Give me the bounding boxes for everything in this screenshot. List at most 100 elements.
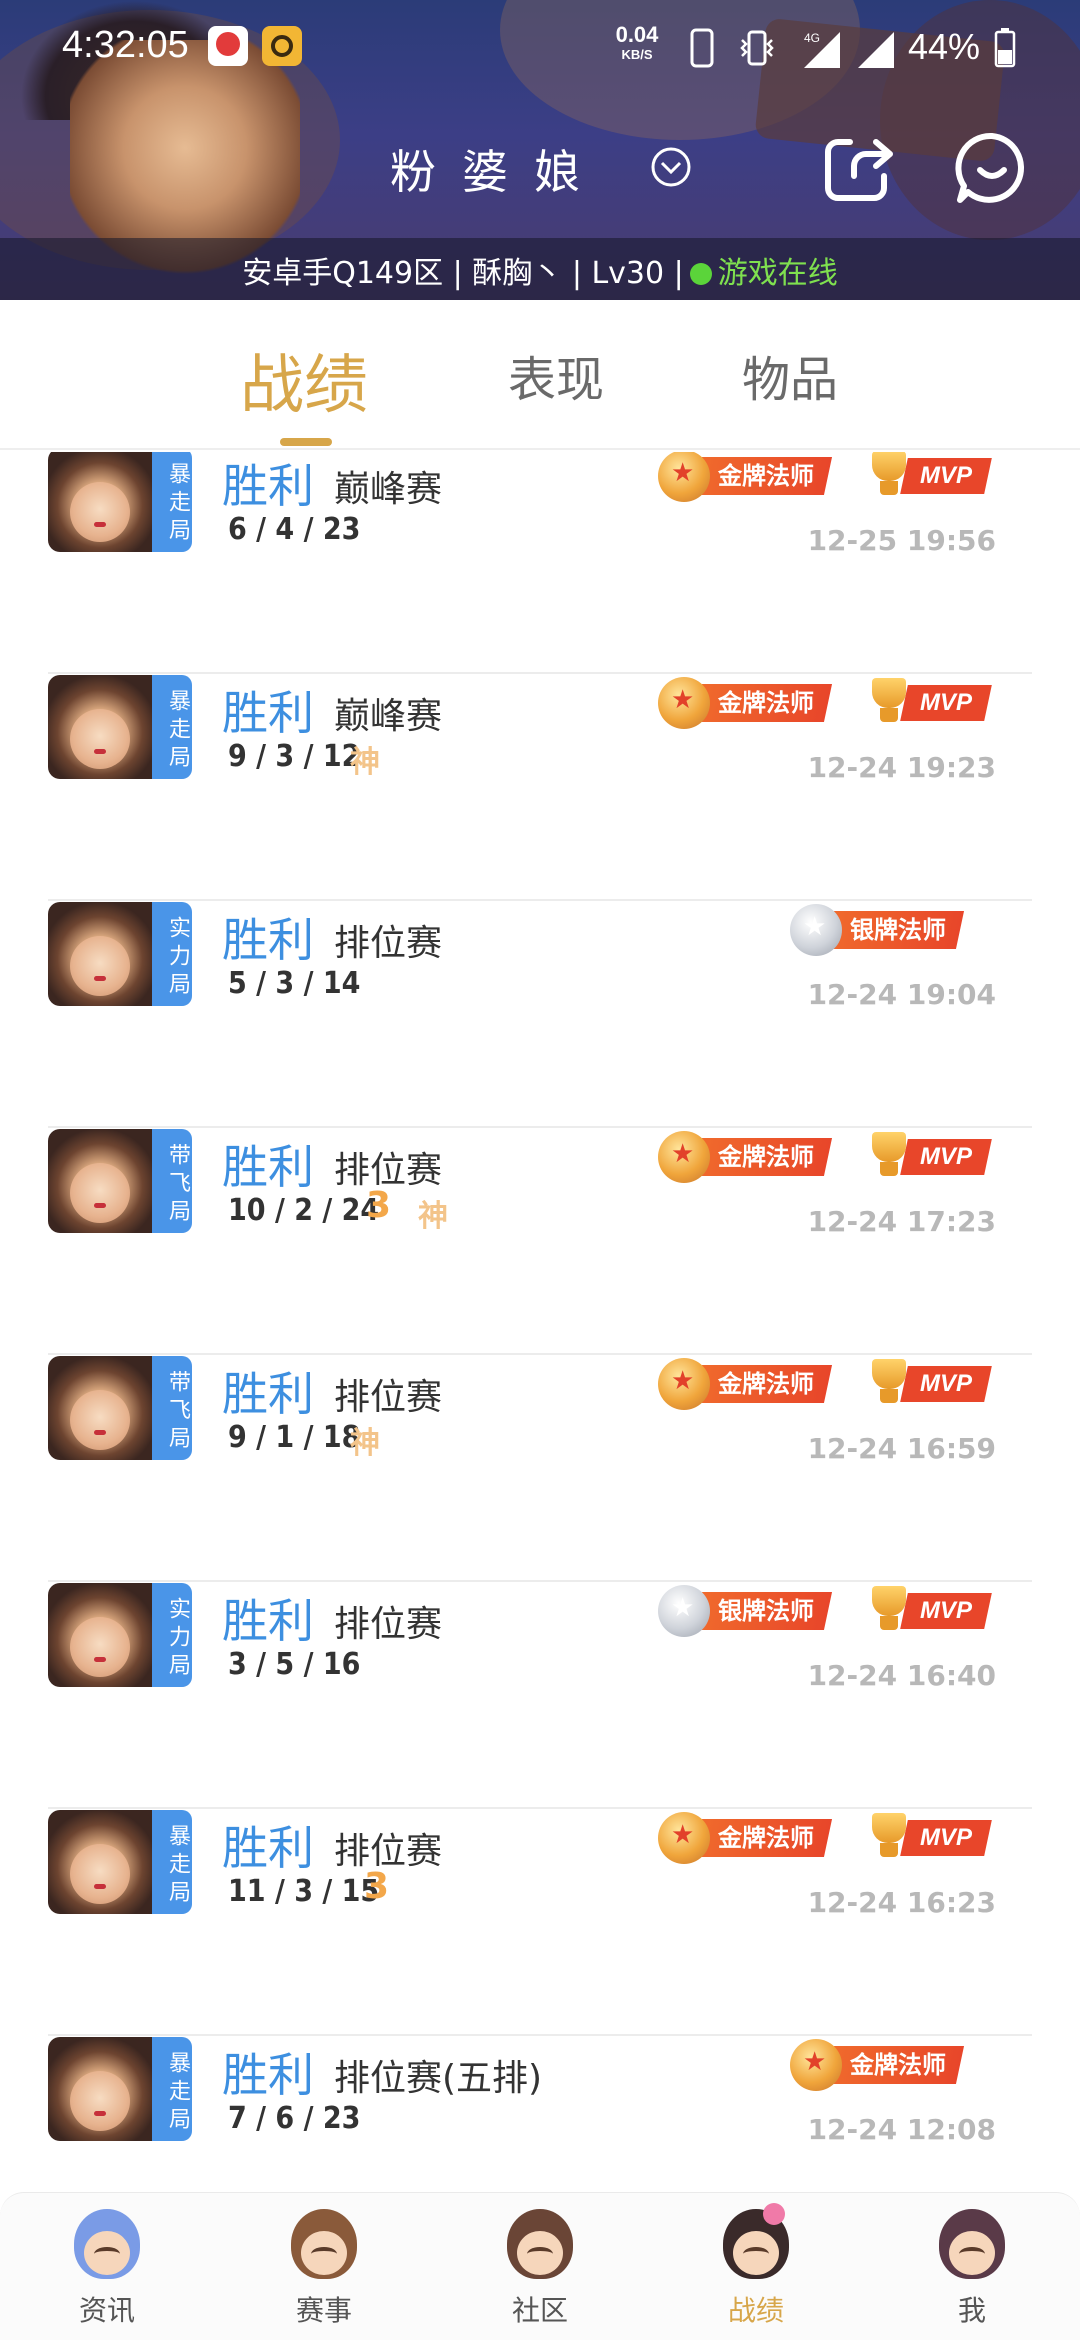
player-name[interactable]: 粉婆娘 bbox=[390, 136, 606, 202]
match-type-tag: 带飞局 bbox=[152, 1129, 192, 1233]
chevron-down-icon[interactable] bbox=[650, 146, 692, 188]
trophy-icon bbox=[866, 1586, 912, 1636]
row-divider bbox=[48, 672, 1032, 674]
medal-label: 金牌法师 bbox=[718, 1824, 814, 1852]
nav-news-label: 资讯 bbox=[78, 2294, 135, 2327]
player-info: 安卓手Q149区 | 酥胸丶 | Lv30 | 游戏在线 bbox=[0, 248, 1080, 292]
trophy-icon bbox=[866, 678, 912, 728]
mvp-badge: MVP bbox=[866, 1813, 992, 1860]
hero-avatar bbox=[48, 1810, 152, 1914]
mvp-badge: MVP bbox=[866, 1586, 992, 1636]
medal-label: 金牌法师 bbox=[718, 1370, 814, 1398]
match-time: 12-25 19:56 bbox=[807, 524, 996, 557]
me-avatar-icon bbox=[939, 2209, 1005, 2279]
tab-bar: 战绩 表现 物品 bbox=[0, 300, 1080, 450]
nav-me[interactable]: 我 bbox=[912, 2209, 1032, 2337]
triple-kill-badge: 3 bbox=[364, 1866, 390, 1907]
tab-record[interactable]: 战绩 bbox=[240, 334, 368, 426]
match-result: 胜利 bbox=[222, 1140, 314, 1194]
row-divider bbox=[48, 899, 1032, 901]
nav-events[interactable]: 赛事 bbox=[264, 2209, 384, 2337]
gold-medal-badge: 金牌法师 bbox=[658, 452, 833, 502]
community-avatar-icon bbox=[507, 2209, 573, 2279]
row-divider bbox=[48, 1580, 1032, 1582]
mvp-badge: MVP bbox=[866, 1132, 992, 1182]
match-time: 12-24 19:23 bbox=[807, 751, 996, 784]
kda-stats: 7 / 6 / 23 bbox=[228, 2101, 361, 2136]
signal-4g-icon: 4G bbox=[804, 31, 840, 68]
match-row[interactable]: 暴走局胜利排位赛11 / 3 / 153金牌法师MVP12-24 16:23 bbox=[0, 1810, 1080, 2036]
status-bar: 4:32:05 0.04 KB/S 4G 44% bbox=[0, 0, 1080, 100]
battery-percentage: 44% bbox=[908, 26, 981, 67]
active-tab-indicator bbox=[280, 438, 332, 446]
status-time: 4:32:05 bbox=[62, 24, 189, 66]
match-row[interactable]: 暴走局胜利排位赛(五排)7 / 6 / 23 金牌法师 12-24 12:08 bbox=[0, 2037, 1080, 2192]
match-type-tag: 暴走局 bbox=[152, 452, 192, 552]
match-time: 12-24 12:08 bbox=[807, 2113, 996, 2146]
godlike-badge: 神 bbox=[418, 1199, 448, 1234]
row-divider bbox=[48, 2034, 1032, 2036]
match-time: 12-24 17:23 bbox=[807, 1205, 996, 1238]
tab-items[interactable]: 物品 bbox=[742, 340, 838, 410]
events-avatar-icon bbox=[291, 2209, 357, 2279]
hero-avatar bbox=[48, 1129, 152, 1233]
match-row[interactable]: 带飞局胜利排位赛10 / 2 / 243神金牌法师MVP12-24 17:23 bbox=[0, 1129, 1080, 1355]
gold-medal-badge: 金牌法师 bbox=[658, 1358, 833, 1410]
match-result: 胜利 bbox=[222, 2048, 314, 2102]
gold-medal-badge: 金牌法师 bbox=[658, 1131, 833, 1183]
medal-icon bbox=[658, 452, 710, 502]
match-type-tag: 暴走局 bbox=[152, 1810, 192, 1914]
hero-avatar bbox=[48, 902, 152, 1006]
godlike-badge: 神 bbox=[350, 745, 380, 780]
match-row[interactable]: 暴走局胜利巅峰赛9 / 3 / 12神 金牌法师 MVP 12-24 19:23 bbox=[0, 675, 1080, 901]
row-divider bbox=[48, 1807, 1032, 1809]
game-mode: 巅峰赛 bbox=[334, 696, 443, 737]
medal-icon bbox=[658, 677, 710, 729]
match-type-tag: 暴走局 bbox=[152, 2037, 192, 2141]
notification-app-icon bbox=[262, 26, 302, 66]
news-avatar-icon bbox=[74, 2209, 140, 2279]
match-history-list: 暴走局胜利巅峰赛6 / 4 / 23金牌法师MVP12-25 19:56暴走局胜… bbox=[0, 452, 1080, 2192]
nav-record[interactable]: 战绩 bbox=[696, 2203, 816, 2337]
match-result: 胜利 bbox=[222, 1367, 314, 1421]
medal-label: 金牌法师 bbox=[718, 462, 814, 490]
network-speed-unit: KB/S bbox=[621, 47, 653, 62]
gold-medal-badge: 金牌法师 bbox=[790, 2039, 965, 2091]
match-row[interactable]: 带飞局胜利排位赛9 / 1 / 18神 金牌法师 MVP 12-24 16:59 bbox=[0, 1356, 1080, 1582]
medal-icon bbox=[658, 1358, 710, 1410]
silver-medal-badge: 银牌法师 bbox=[790, 904, 965, 956]
row-divider bbox=[48, 1353, 1032, 1355]
match-row[interactable]: 实力局胜利排位赛3 / 5 / 16 银牌法师 MVP 12-24 16:40 bbox=[0, 1583, 1080, 1809]
mvp-badge: MVP bbox=[866, 452, 992, 498]
match-row[interactable]: 暴走局胜利巅峰赛6 / 4 / 23 金牌法师 MVP 12-25 19:56 bbox=[0, 452, 1080, 674]
game-mode: 排位赛 bbox=[334, 923, 443, 964]
online-dot-icon bbox=[689, 263, 712, 285]
match-type-tag: 实力局 bbox=[152, 1583, 192, 1687]
nav-community[interactable]: 社区 bbox=[480, 2209, 600, 2337]
mvp-label: MVP bbox=[920, 462, 973, 489]
match-type-tag: 实力局 bbox=[152, 902, 192, 1006]
signal-icon bbox=[858, 32, 894, 68]
match-row[interactable]: 实力局胜利排位赛5 / 3 / 14 银牌法师 12-24 19:04 bbox=[0, 902, 1080, 1128]
medal-label: 银牌法师 bbox=[850, 916, 946, 944]
network-speed: 0.04 KB/S bbox=[612, 22, 662, 62]
flower-decoration-icon bbox=[763, 2203, 785, 2225]
network-speed-value: 0.04 bbox=[615, 22, 659, 47]
nav-community-label: 社区 bbox=[511, 2294, 568, 2327]
kda-stats: 6 / 4 / 23 bbox=[228, 512, 361, 547]
medal-icon bbox=[790, 904, 842, 956]
chat-bubble-icon[interactable] bbox=[954, 130, 1030, 206]
tab-performance[interactable]: 表现 bbox=[508, 340, 604, 410]
kda-stats: 9 / 3 / 12 bbox=[228, 739, 361, 774]
online-status: 游戏在线 bbox=[717, 256, 838, 291]
mvp-label: MVP bbox=[920, 1143, 973, 1170]
hero-avatar bbox=[48, 452, 152, 552]
godlike-badge: 神 bbox=[350, 1426, 380, 1461]
trophy-icon bbox=[866, 1132, 912, 1182]
hero-avatar bbox=[48, 1356, 152, 1460]
kda-stats: 3 / 5 / 16 bbox=[228, 1647, 361, 1682]
share-button[interactable] bbox=[820, 130, 896, 206]
nav-news[interactable]: 资讯 bbox=[47, 2209, 167, 2337]
medal-icon bbox=[790, 2039, 842, 2091]
gold-medal-badge: 金牌法师 bbox=[658, 677, 833, 729]
